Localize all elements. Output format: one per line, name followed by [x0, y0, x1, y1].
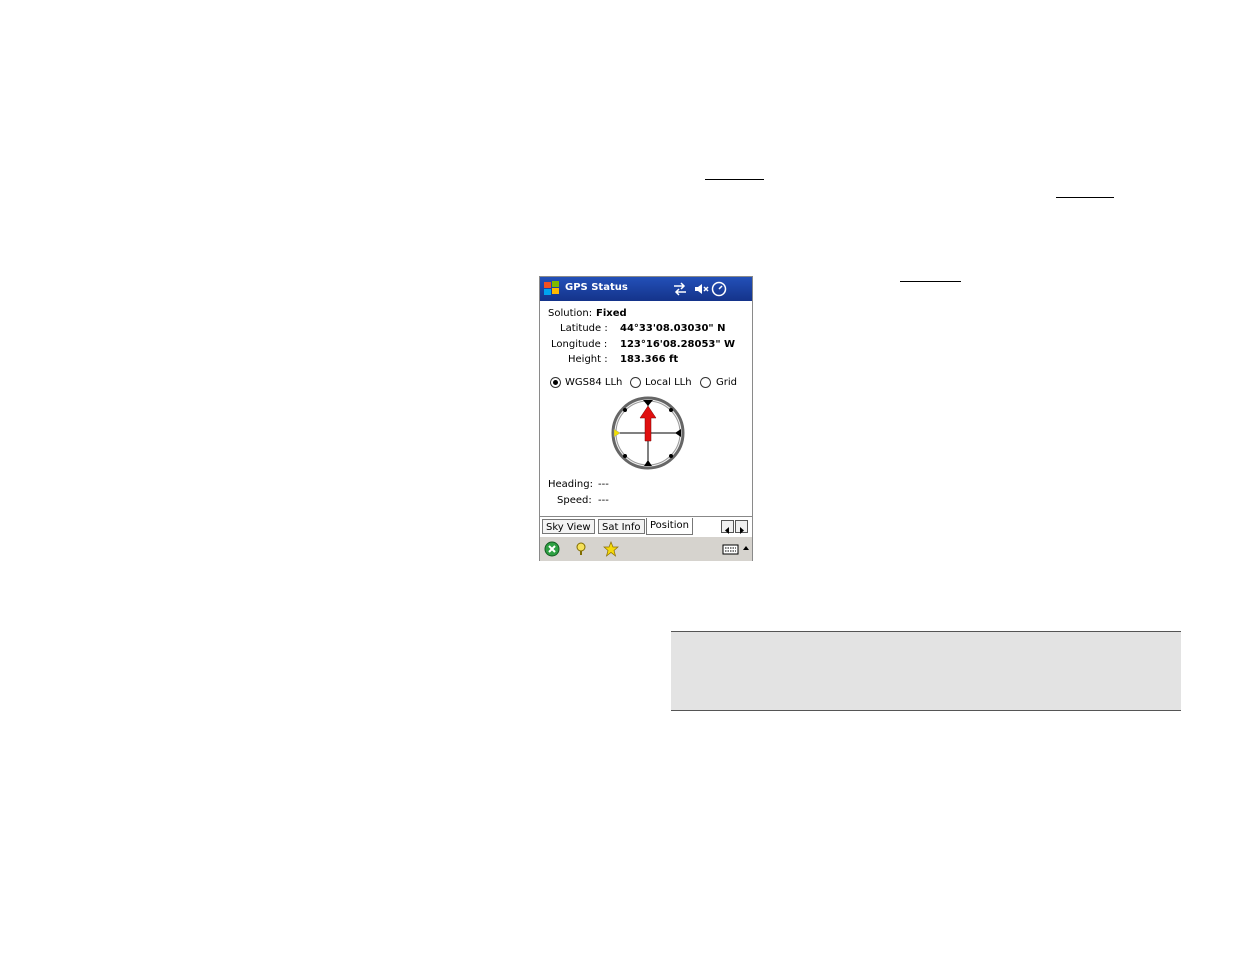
- window-title: GPS Status: [565, 282, 628, 293]
- connectivity-icon[interactable]: [672, 281, 688, 297]
- height-value: 183.366 ft: [620, 354, 679, 365]
- gps-status-window: GPS Status Solution: Fixed Latitude : 44…: [539, 276, 753, 561]
- radio-wgs84-llh-label[interactable]: WGS84 LLh: [565, 377, 622, 388]
- longitude-value: 123°16'08.28053" W: [620, 339, 736, 350]
- speed-value: ---: [598, 495, 609, 506]
- speaker-muted-icon[interactable]: [693, 281, 709, 297]
- bottom-toolbar: [540, 536, 752, 561]
- clock-icon[interactable]: [711, 281, 727, 297]
- position-panel: Solution: Fixed Latitude : 44°33'08.0303…: [541, 302, 751, 517]
- input-menu-arrow-icon[interactable]: [741, 541, 751, 557]
- height-label: Height :: [568, 354, 608, 365]
- chevron-right-icon: [740, 527, 744, 534]
- help-icon[interactable]: [573, 541, 589, 557]
- latitude-label: Latitude :: [560, 323, 608, 334]
- tab-position[interactable]: Position: [646, 518, 693, 535]
- keyboard-icon[interactable]: [722, 541, 740, 557]
- tab-scroll-left-button[interactable]: [721, 520, 734, 534]
- windows-start-icon[interactable]: [542, 279, 562, 299]
- close-icon[interactable]: [544, 541, 560, 557]
- tab-scroll-right-button[interactable]: [735, 520, 748, 534]
- radio-grid[interactable]: [700, 377, 711, 388]
- heading-value: ---: [598, 479, 609, 490]
- heading-label: Heading:: [548, 479, 593, 490]
- compass-svg: [611, 396, 685, 470]
- favorites-icon[interactable]: [603, 541, 619, 557]
- longitude-label: Longitude :: [551, 339, 608, 350]
- doc-underline-3: [900, 281, 961, 282]
- compass-graphic: [609, 394, 687, 472]
- doc-underline-1: [705, 179, 764, 180]
- note-box: [671, 631, 1181, 711]
- radio-grid-label[interactable]: Grid: [716, 377, 737, 388]
- tab-sky-view[interactable]: Sky View: [542, 519, 595, 534]
- solution-value: Fixed: [596, 308, 627, 319]
- latitude-value: 44°33'08.03030" N: [620, 323, 726, 334]
- radio-local-llh-label[interactable]: Local LLh: [645, 377, 692, 388]
- radio-wgs84-llh[interactable]: [550, 377, 561, 388]
- tab-sat-info[interactable]: Sat Info: [598, 519, 645, 534]
- solution-label: Solution:: [548, 308, 593, 319]
- radio-local-llh[interactable]: [630, 377, 641, 388]
- chevron-left-icon: [725, 527, 729, 534]
- doc-underline-2: [1056, 197, 1114, 198]
- tab-bar: Sky View Sat Info Position: [540, 516, 752, 536]
- speed-label: Speed:: [557, 495, 592, 506]
- title-bar: GPS Status: [540, 277, 752, 301]
